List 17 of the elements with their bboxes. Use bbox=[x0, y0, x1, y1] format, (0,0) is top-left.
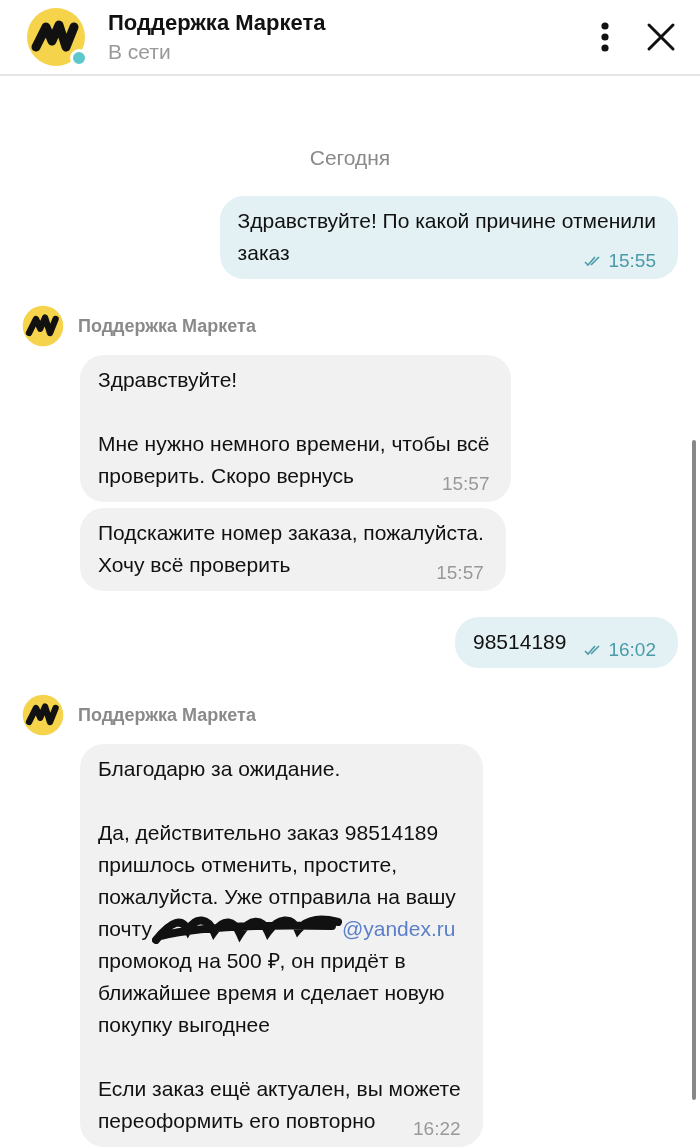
incoming-message: Благодарю за ожидание. Да, действительно заказ 98514189 пришлось отменить, простите, пожалуйста. Уже отправила на вашу почту @yandex.ru промокод на 500 ₽, он придёт в ближайшее время и сделает новую покупку выгоднее Если заказ ещё актуален, вы можете переоформить его повторно 16:22 bbox=[80, 744, 483, 1147]
close-icon bbox=[646, 22, 676, 52]
incoming-message: Подскажите номер заказа, пожалуйста. Хочу всё проверить 15:57 bbox=[80, 508, 506, 591]
logo-avatar-icon bbox=[26, 7, 86, 67]
logo-avatar-icon bbox=[22, 305, 64, 347]
incoming-message: Здравствуйте! Мне нужно немного времени, чтобы всё проверить. Скоро вернусь 15:57 bbox=[80, 355, 512, 502]
sender-name: Поддержка Маркета bbox=[78, 704, 256, 726]
outgoing-message: 98514189 16:02 bbox=[455, 617, 678, 668]
sender-name: Поддержка Маркета bbox=[78, 315, 256, 337]
status-text: В сети bbox=[108, 40, 172, 64]
email-link[interactable]: @yandex.ru bbox=[341, 917, 456, 940]
logo-avatar-icon bbox=[22, 694, 64, 736]
more-icon bbox=[600, 21, 610, 53]
outgoing-message: Здравствуйте! По какой причине отменили заказ 15:55 bbox=[219, 196, 678, 279]
scrollbar[interactable] bbox=[692, 440, 696, 1100]
chat-title: Поддержка Маркета bbox=[108, 10, 327, 36]
date-separator: Сегодня bbox=[308, 146, 392, 170]
